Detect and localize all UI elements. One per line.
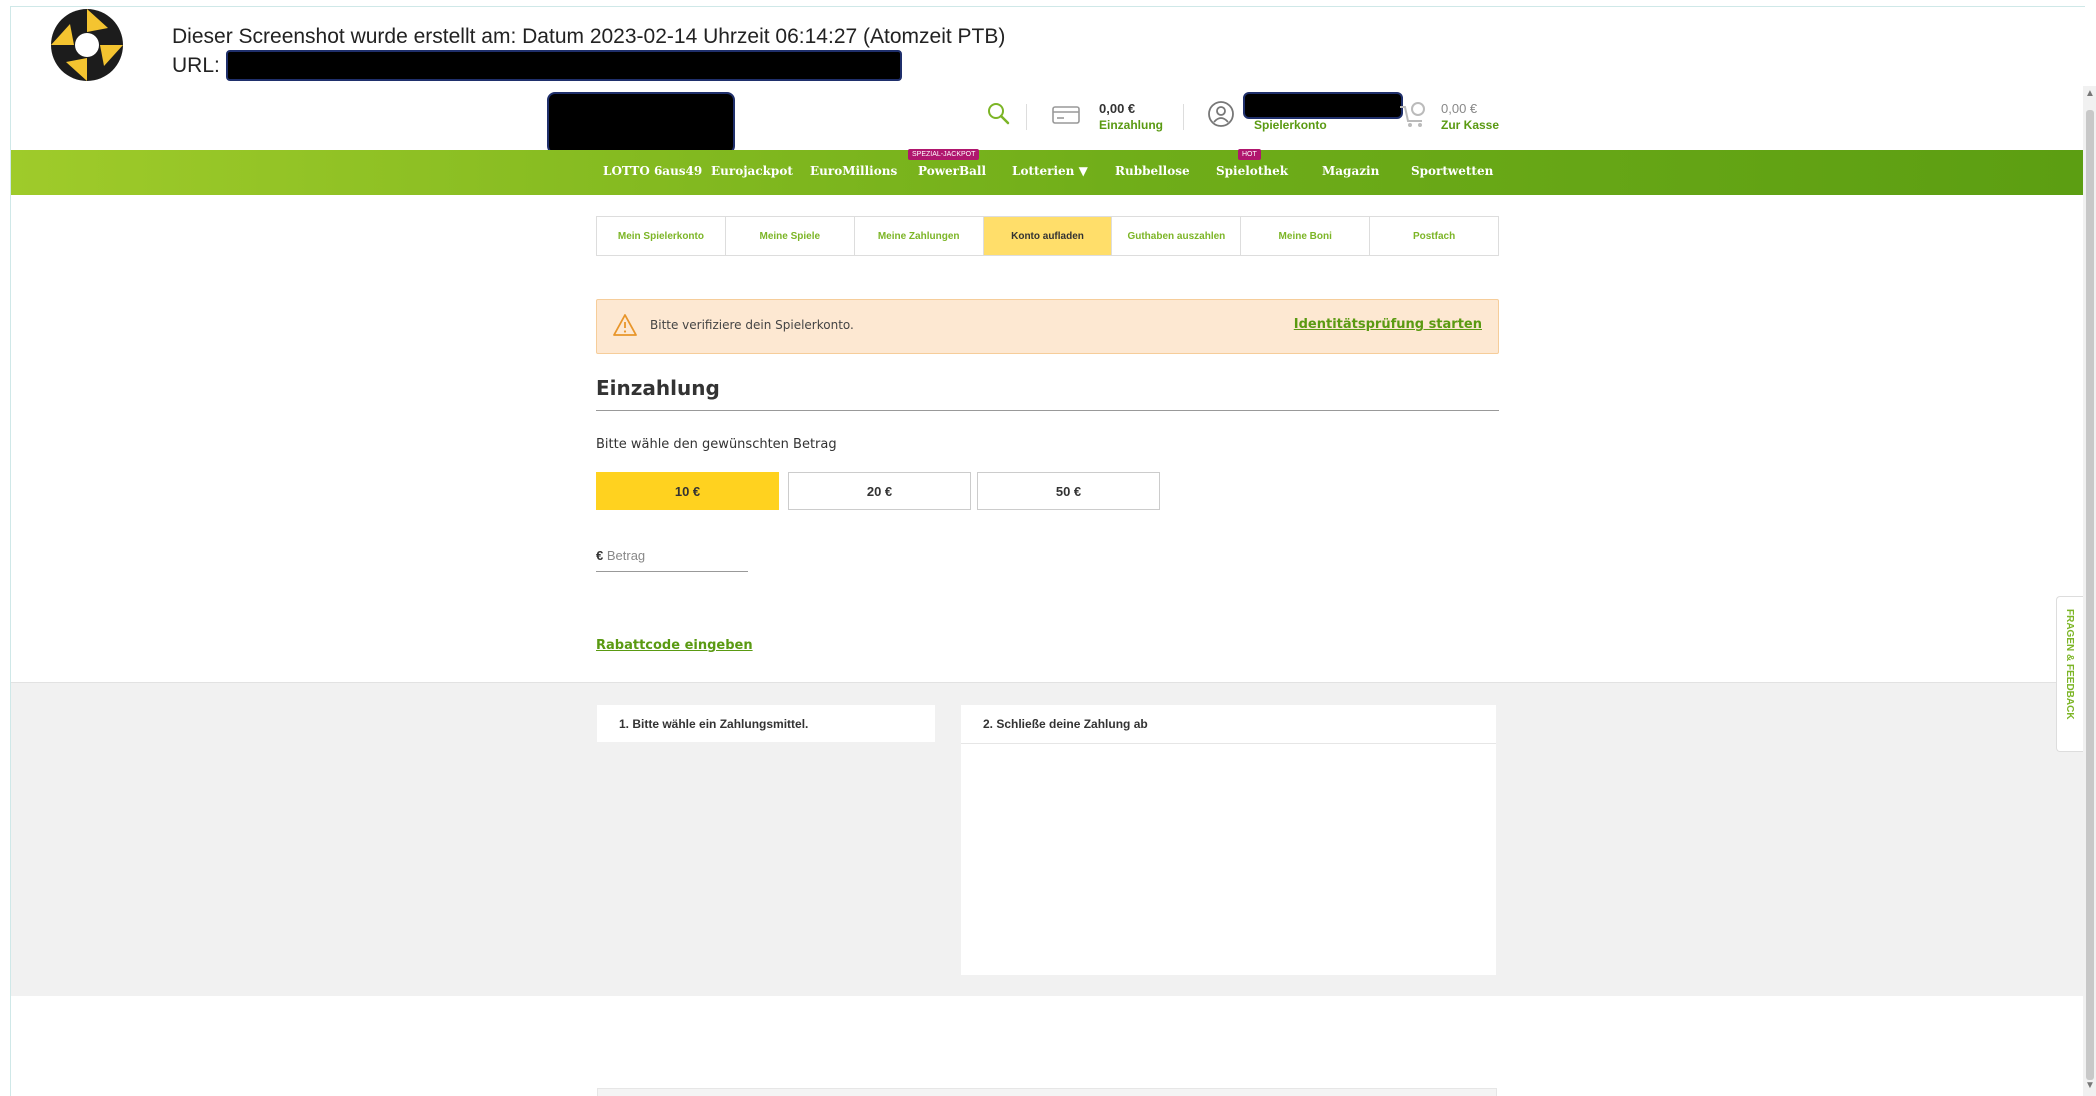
- nav-item-magazin[interactable]: Magazin: [1322, 164, 1379, 178]
- currency-symbol: €: [596, 548, 604, 563]
- user-icon[interactable]: [1207, 100, 1235, 128]
- amount-button-10[interactable]: 10 €: [596, 472, 779, 510]
- page-title: Einzahlung: [596, 376, 720, 400]
- scroll-up-icon[interactable]: ▲: [2085, 88, 2095, 99]
- redacted-username: [1243, 92, 1403, 119]
- account-tabs: Mein Spielerkonto Meine Spiele Meine Zah…: [596, 216, 1499, 256]
- verification-alert: Bitte verifiziere dein Spielerkonto. Ide…: [596, 299, 1499, 354]
- cart-value[interactable]: 0,00 €: [1441, 101, 1477, 116]
- payment-complete-box: 2. Schließe deine Zahlung ab: [961, 705, 1496, 975]
- badge-hot: HOT: [1238, 149, 1261, 160]
- payment-step-2: 2. Schließe deine Zahlung ab: [983, 717, 1148, 731]
- camera-shutter-logo-icon: [51, 9, 123, 81]
- amount-input[interactable]: € Betrag: [596, 548, 748, 572]
- nav-item-rubbellose[interactable]: Rubbellose: [1115, 164, 1190, 178]
- nav-item-lotterien[interactable]: Lotterien ▼: [1012, 164, 1088, 178]
- cart-label[interactable]: Zur Kasse: [1441, 118, 1499, 132]
- amount-button-20[interactable]: 20 €: [788, 472, 971, 510]
- caption-timestamp: Dieser Screenshot wurde erstellt am: Dat…: [172, 25, 1006, 48]
- nav-item-lotto[interactable]: LOTTO 6aus49: [603, 164, 702, 178]
- header-separator: [1026, 104, 1027, 130]
- cart-icon[interactable]: [1398, 99, 1428, 129]
- payment-step-1: 1. Bitte wähle ein Zahlungsmittel.: [619, 717, 809, 731]
- header-separator: [1183, 104, 1184, 130]
- tab-guthaben-auszahlen[interactable]: Guthaben auszahlen: [1112, 217, 1242, 255]
- feedback-label: FRAGEN & FEEDBACK: [2064, 609, 2075, 720]
- footer-edge: [597, 1088, 1497, 1096]
- warning-icon: [613, 314, 637, 336]
- redacted-site-logo: [547, 92, 735, 154]
- scrollbar-thumb[interactable]: [2086, 110, 2094, 1080]
- tab-meine-zahlungen[interactable]: Meine Zahlungen: [855, 217, 984, 255]
- browser-frame-top: [10, 6, 2085, 7]
- alert-message: Bitte verifiziere dein Spielerkonto.: [650, 318, 854, 332]
- nav-item-spielothek[interactable]: Spielothek: [1216, 164, 1288, 178]
- amount-button-50[interactable]: 50 €: [977, 472, 1160, 510]
- nav-item-sportwetten[interactable]: Sportwetten: [1411, 164, 1493, 178]
- badge-spezial-jackpot: SPEZIAL-JACKPOT: [908, 149, 980, 160]
- amount-placeholder: Betrag: [606, 548, 646, 563]
- tab-meine-spiele[interactable]: Meine Spiele: [726, 217, 855, 255]
- tab-meine-boni[interactable]: Meine Boni: [1241, 217, 1371, 255]
- divider: [596, 410, 1499, 411]
- tab-konto-aufladen[interactable]: Konto aufladen: [983, 217, 1113, 255]
- amount-question: Bitte wähle den gewünschten Betrag: [596, 437, 837, 452]
- tab-postfach[interactable]: Postfach: [1370, 217, 1498, 255]
- balance-label[interactable]: Einzahlung: [1099, 118, 1163, 132]
- nav-item-euromillions[interactable]: EuroMillions: [810, 164, 897, 178]
- nav-item-eurojackpot[interactable]: Eurojackpot: [711, 164, 793, 178]
- search-icon[interactable]: [985, 100, 1013, 128]
- card-icon[interactable]: [1052, 105, 1082, 125]
- promo-code-link[interactable]: Rabattcode eingeben: [596, 638, 753, 653]
- nav-item-powerball[interactable]: PowerBall: [918, 164, 986, 178]
- scroll-down-icon[interactable]: ▼: [2085, 1080, 2095, 1091]
- tab-mein-spielerkonto[interactable]: Mein Spielerkonto: [597, 217, 726, 255]
- divider: [961, 743, 1496, 744]
- feedback-tab[interactable]: FRAGEN & FEEDBACK: [2056, 596, 2085, 752]
- start-identity-check-link[interactable]: Identitätsprüfung starten: [1294, 317, 1482, 332]
- redacted-url: [226, 50, 902, 81]
- balance-value[interactable]: 0,00 €: [1099, 101, 1135, 116]
- account-label[interactable]: Spielerkonto: [1254, 118, 1327, 132]
- payment-method-box[interactable]: 1. Bitte wähle ein Zahlungsmittel.: [597, 705, 935, 742]
